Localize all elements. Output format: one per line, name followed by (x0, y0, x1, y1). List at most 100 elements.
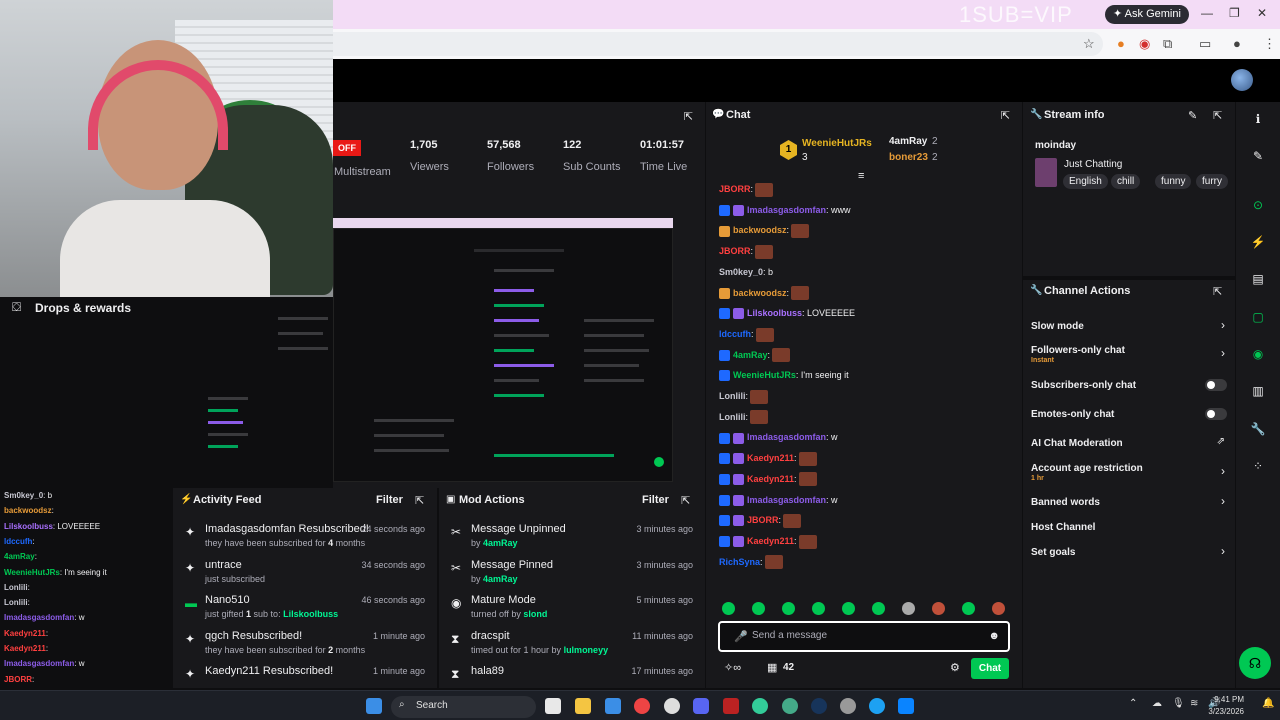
star-icon[interactable]: ☆ (1083, 36, 1095, 52)
stream-preview[interactable] (333, 190, 705, 488)
puzzle-icon[interactable]: ⧉ (1163, 36, 1172, 52)
chat-message[interactable]: 4amRay: (719, 346, 791, 364)
mod-action-item[interactable]: ✂ Message Pinned 3 minutes ago by 4amRay (439, 557, 705, 593)
menu-icon[interactable]: ⋮ (1263, 36, 1276, 52)
chat-username[interactable]: RichSyna (719, 557, 760, 567)
chat-message[interactable]: Lonlili: (719, 387, 769, 405)
sidepanel-icon[interactable]: ▭ (1199, 36, 1211, 52)
chat-message[interactable]: Kaedyn211: (719, 470, 817, 488)
close-icon[interactable]: ✕ (1257, 6, 1267, 20)
app-icon[interactable] (898, 698, 914, 714)
github-icon[interactable] (664, 698, 680, 714)
network-icon[interactable]: ☁ (1152, 698, 1162, 709)
leader-first-name[interactable]: WeenieHutJRs (802, 138, 872, 149)
tag-furry[interactable]: furry (1196, 174, 1228, 189)
chat-username[interactable]: JBORR (719, 184, 751, 194)
mod-action-user[interactable]: 4amRay (483, 538, 518, 548)
chat-message[interactable]: Lonlili: (719, 408, 769, 426)
store-icon[interactable] (605, 698, 621, 714)
chat-message[interactable]: Kaedyn211: (719, 532, 817, 550)
collapse-icon[interactable]: ≡ (858, 170, 864, 182)
edit-icon[interactable]: ✎ (1188, 109, 1197, 122)
subscribers-only-toggle[interactable] (1205, 379, 1227, 391)
tag-funny[interactable]: funny (1155, 174, 1192, 189)
taskbar-search[interactable]: ⌕ Search (391, 696, 536, 718)
mic-icon[interactable]: 🎙 (1172, 698, 1185, 709)
external-link-icon[interactable]: ⇗ (1217, 436, 1225, 447)
steam-icon[interactable] (811, 698, 827, 714)
mod-action-user[interactable]: slond (523, 609, 547, 619)
leader-second-name[interactable]: 4amRay (889, 136, 927, 147)
banned-words-item[interactable]: Banned words (1031, 497, 1100, 508)
chat-message[interactable]: JBORR: (719, 180, 774, 198)
edge-icon[interactable] (869, 698, 885, 714)
mod-action-item[interactable]: ⧗ dracspit 11 minutes ago timed out for 1 h… (439, 628, 705, 664)
minimize-icon[interactable]: — (1201, 6, 1213, 20)
apps-icon[interactable]: ⁘ (1249, 457, 1267, 475)
activity-filter-button[interactable]: Filter (376, 494, 403, 506)
chat-username[interactable]: Kaedyn211 (747, 453, 794, 463)
taskbar-clock[interactable]: 9:41 PM 3/23/2026 (1208, 694, 1244, 718)
chat-username[interactable]: Lonlili (719, 412, 746, 422)
chevron-right-icon[interactable]: › (1221, 346, 1225, 360)
popout-icon[interactable]: ⇱ (1213, 109, 1222, 122)
leader-third-name[interactable]: boner23 (889, 152, 928, 163)
activity-item[interactable]: ▬ Nano510 46 seconds ago just gifted 1 sub … (173, 592, 437, 628)
chat-username[interactable]: backwoodsz (733, 288, 787, 298)
chat-message[interactable]: Lilskoolbuss: LOVEEEEE (719, 304, 855, 322)
chrome-alt-icon[interactable] (752, 698, 768, 714)
popout-icon[interactable]: ⇱ (681, 494, 690, 507)
mod-action-item[interactable]: ◉ Mature Mode 5 minutes ago turned off by s… (439, 592, 705, 628)
emote-icon[interactable] (992, 602, 1005, 615)
emoji-icon[interactable]: ☻ (988, 630, 1000, 642)
wifi-icon[interactable]: ≋ (1190, 698, 1198, 709)
settings-icon[interactable]: ⚙ (950, 661, 960, 674)
address-bar[interactable] (333, 32, 1103, 56)
chat-message[interactable]: Imadasgasdomfan: www (719, 201, 851, 219)
emote-icon[interactable] (872, 602, 885, 615)
help-icon[interactable]: ☊ (1239, 647, 1271, 679)
followers-only-item[interactable]: Followers-only chat (1031, 345, 1125, 356)
slow-mode-item[interactable]: Slow mode (1031, 321, 1084, 332)
notification-icon[interactable]: 🔔 (1262, 698, 1274, 709)
chat-username[interactable]: Lilskoolbuss (747, 308, 802, 318)
multistream-label[interactable]: Multistream (334, 166, 391, 178)
profile-icon[interactable]: ● (1233, 36, 1241, 51)
broadcast-icon[interactable]: ◉ (1249, 345, 1267, 363)
chat-icon[interactable]: ▢ (1249, 308, 1267, 326)
focus-icon[interactable]: ⊙ (1249, 196, 1267, 214)
emote-icon[interactable] (842, 602, 855, 615)
popout-icon[interactable]: ⇱ (684, 110, 693, 123)
lightning-icon[interactable]: ⚡ (1249, 233, 1267, 251)
chat-message[interactable]: WeenieHutJRs: I'm seeing it (719, 366, 849, 384)
chat-message[interactable]: Kaedyn211: (719, 449, 817, 467)
activity-item[interactable]: ✦ qgch Resubscribed! 1 minute ago they have… (173, 628, 437, 664)
tag-english[interactable]: English (1063, 174, 1108, 189)
activity-item[interactable]: ✦ Imadasgasdomfan Resubscribed! 24 seconds… (173, 521, 437, 557)
chrome-icon[interactable] (634, 698, 650, 714)
chevron-right-icon[interactable]: › (1221, 464, 1225, 478)
chat-username[interactable]: 4amRay (733, 350, 768, 360)
chrome-active-icon[interactable] (782, 698, 798, 714)
info-icon[interactable]: ℹ (1249, 110, 1267, 128)
mod-action-item[interactable]: ✂ Message Unpinned 3 minutes ago by 4amRay (439, 521, 705, 557)
activity-user[interactable]: Lilskoolbuss (283, 609, 338, 619)
chat-username[interactable]: JBORR (747, 515, 779, 525)
emote-icon[interactable] (782, 602, 795, 615)
send-chat-button[interactable]: Chat (971, 658, 1009, 679)
chat-message[interactable]: ldccufh: (719, 325, 774, 343)
popout-icon[interactable]: ⇱ (1213, 285, 1222, 298)
user-avatar[interactable] (1231, 69, 1253, 91)
emote-icon[interactable] (812, 602, 825, 615)
chat-message[interactable]: JBORR: (719, 511, 802, 529)
discord-icon[interactable] (693, 698, 709, 714)
account-age-item[interactable]: Account age restriction (1031, 463, 1143, 474)
gift-icon[interactable]: ▦ (767, 661, 777, 674)
ai-moderation-item[interactable]: AI Chat Moderation (1031, 438, 1123, 449)
drops-rewards-header[interactable]: ⛋ Drops & rewards (0, 297, 200, 321)
chat-username[interactable]: Imadasgasdomfan (747, 432, 826, 442)
emote-icon[interactable] (902, 602, 915, 615)
chat-username[interactable]: JBORR (719, 246, 751, 256)
taskview-icon[interactable] (545, 698, 561, 714)
pencil-icon[interactable]: ✎ (1249, 147, 1267, 165)
